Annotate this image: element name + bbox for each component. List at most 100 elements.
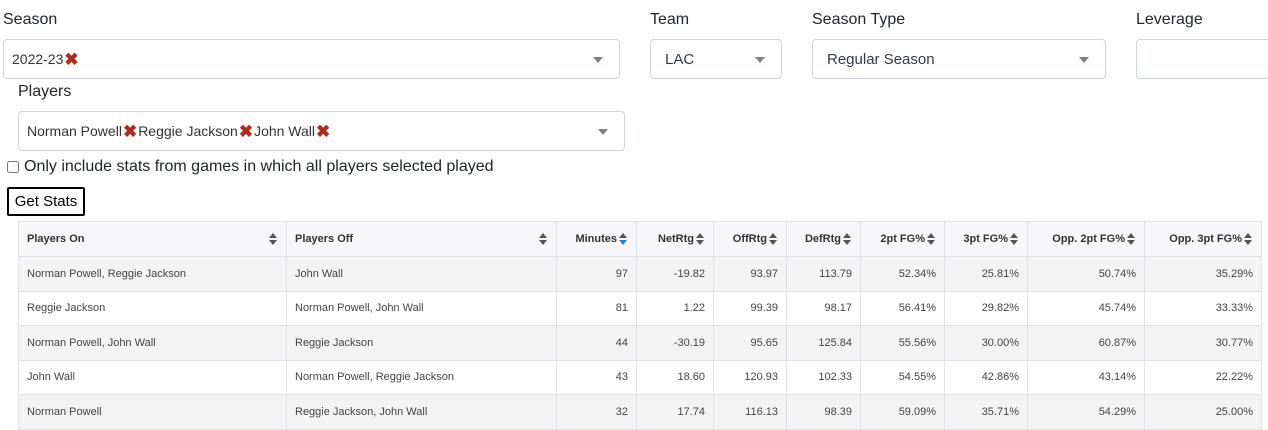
- defrtg-cell: 102.33: [786, 359, 861, 395]
- minutes-cell: 44: [556, 325, 637, 361]
- sort-icon[interactable]: [927, 233, 936, 245]
- table-row: Reggie Jackson Norman Powell, John Wall …: [18, 290, 1262, 326]
- netrtg-cell: -30.19: [636, 325, 714, 361]
- players-on-cell: John Wall: [18, 359, 287, 395]
- 2pt-fg-cell: 59.09%: [860, 394, 945, 430]
- 2pt-fg-cell: 52.34%: [860, 256, 945, 292]
- column-header-label: OffRtg: [732, 233, 767, 245]
- stats-table: Players On Players Off Minutes NetRtg Of…: [18, 221, 1262, 430]
- column-header-label: 3pt FG%: [963, 233, 1008, 245]
- opp-2pt-fg-cell: 43.14%: [1027, 359, 1145, 395]
- defrtg-cell: 113.79: [786, 256, 861, 292]
- 3pt-fg-cell: 35.71%: [944, 394, 1028, 430]
- minutes-cell: 81: [556, 290, 637, 326]
- player-chip-label: Reggie Jackson: [138, 123, 238, 139]
- offrtg-cell: 120.93: [713, 359, 787, 395]
- team-value: LAC: [665, 50, 695, 68]
- minutes-cell: 97: [556, 256, 637, 292]
- season-type-select[interactable]: Regular Season: [812, 39, 1106, 79]
- players-on-cell: Reggie Jackson: [18, 290, 287, 326]
- opp-3pt-fg-cell: 22.22%: [1144, 359, 1262, 395]
- defrtg-cell: 98.39: [786, 394, 861, 430]
- column-header-opp-2pt-fg[interactable]: Opp. 2pt FG%: [1027, 221, 1145, 257]
- players-off-cell: Reggie Jackson: [286, 325, 557, 361]
- column-header-opp-3pt-fg[interactable]: Opp. 3pt FG%: [1144, 221, 1262, 257]
- offrtg-cell: 116.13: [713, 394, 787, 430]
- column-header-label: DefRtg: [804, 233, 841, 245]
- opp-3pt-fg-cell: 30.77%: [1144, 325, 1262, 361]
- 3pt-fg-cell: 30.00%: [944, 325, 1028, 361]
- column-header-label: 2pt FG%: [880, 233, 925, 245]
- defrtg-cell: 98.17: [786, 290, 861, 326]
- opp-2pt-fg-cell: 50.74%: [1027, 256, 1145, 292]
- players-off-cell: Norman Powell, John Wall: [286, 290, 557, 326]
- offrtg-cell: 93.97: [713, 256, 787, 292]
- team-label: Team: [650, 11, 690, 28]
- team-select[interactable]: LAC: [650, 39, 782, 79]
- netrtg-cell: 18.60: [636, 359, 714, 395]
- season-type-label: Season Type: [812, 11, 906, 28]
- column-header-offrtg[interactable]: OffRtg: [713, 221, 787, 257]
- offrtg-cell: 99.39: [713, 290, 787, 326]
- 2pt-fg-cell: 54.55%: [860, 359, 945, 395]
- players-on-cell: Norman Powell, Reggie Jackson: [18, 256, 287, 292]
- sort-icon[interactable]: [1127, 233, 1136, 245]
- column-header-3pt-fg[interactable]: 3pt FG%: [944, 221, 1028, 257]
- players-on-cell: Norman Powell: [18, 394, 287, 430]
- season-type-chevron-down-icon[interactable]: [1079, 57, 1089, 63]
- column-header-label: Players Off: [295, 233, 354, 245]
- player-chip-label: John Wall: [254, 123, 316, 139]
- player-chip: John Wall ✖: [254, 123, 331, 140]
- players-off-cell: John Wall: [286, 256, 557, 292]
- players-select[interactable]: Norman Powell ✖ Reggie Jackson ✖ John Wa…: [18, 111, 625, 151]
- table-row: John Wall Norman Powell, Reggie Jackson …: [18, 359, 1262, 395]
- sort-desc-icon[interactable]: [619, 233, 628, 245]
- column-header-label: Minutes: [575, 233, 617, 245]
- player-chip-label: Norman Powell: [27, 123, 122, 139]
- get-stats-button[interactable]: Get Stats: [7, 187, 85, 216]
- players-off-cell: Reggie Jackson, John Wall: [286, 394, 557, 430]
- sort-icon[interactable]: [843, 233, 852, 245]
- remove-player-icon[interactable]: ✖: [123, 123, 137, 140]
- opp-2pt-fg-cell: 60.87%: [1027, 325, 1145, 361]
- sort-icon[interactable]: [769, 233, 778, 245]
- column-header-players-off[interactable]: Players Off: [286, 221, 557, 257]
- netrtg-cell: 17.74: [636, 394, 714, 430]
- season-label: Season: [3, 11, 58, 28]
- column-header-players-on[interactable]: Players On: [18, 221, 287, 257]
- column-header-label: Opp. 2pt FG%: [1052, 233, 1125, 245]
- opp-3pt-fg-cell: 35.29%: [1144, 256, 1262, 292]
- column-header-label: NetRtg: [657, 233, 694, 245]
- opp-3pt-fg-cell: 33.33%: [1144, 290, 1262, 326]
- table-header-row: Players On Players Off Minutes NetRtg Of…: [18, 221, 1262, 257]
- players-chevron-down-icon[interactable]: [598, 129, 608, 135]
- sort-icon[interactable]: [696, 233, 705, 245]
- season-chip: 2022-23 ✖: [12, 51, 80, 68]
- only-games-checkbox-label[interactable]: Only include stats from games in which a…: [24, 158, 494, 176]
- leverage-select[interactable]: [1136, 39, 1268, 79]
- column-header-label: Players On: [27, 233, 85, 245]
- table-row: Norman Powell, Reggie Jackson John Wall …: [18, 256, 1262, 292]
- remove-player-icon[interactable]: ✖: [316, 123, 330, 140]
- opp-2pt-fg-cell: 45.74%: [1027, 290, 1145, 326]
- sort-icon[interactable]: [539, 233, 548, 245]
- season-chip-label: 2022-23: [12, 51, 64, 67]
- 2pt-fg-cell: 55.56%: [860, 325, 945, 361]
- season-select[interactable]: 2022-23 ✖: [3, 39, 620, 79]
- players-label: Players: [18, 83, 72, 100]
- only-games-checkbox[interactable]: [7, 161, 19, 173]
- remove-season-icon[interactable]: ✖: [64, 51, 78, 68]
- sort-icon[interactable]: [269, 233, 278, 245]
- column-header-minutes[interactable]: Minutes: [556, 221, 637, 257]
- column-header-defrtg[interactable]: DefRtg: [786, 221, 861, 257]
- team-chevron-down-icon[interactable]: [755, 57, 765, 63]
- column-header-2pt-fg[interactable]: 2pt FG%: [860, 221, 945, 257]
- sort-icon[interactable]: [1244, 233, 1253, 245]
- remove-player-icon[interactable]: ✖: [239, 123, 253, 140]
- column-header-netrtg[interactable]: NetRtg: [636, 221, 714, 257]
- opp-2pt-fg-cell: 54.29%: [1027, 394, 1145, 430]
- sort-icon[interactable]: [1010, 233, 1019, 245]
- season-chevron-down-icon[interactable]: [593, 57, 603, 63]
- opp-3pt-fg-cell: 25.00%: [1144, 394, 1262, 430]
- offrtg-cell: 95.65: [713, 325, 787, 361]
